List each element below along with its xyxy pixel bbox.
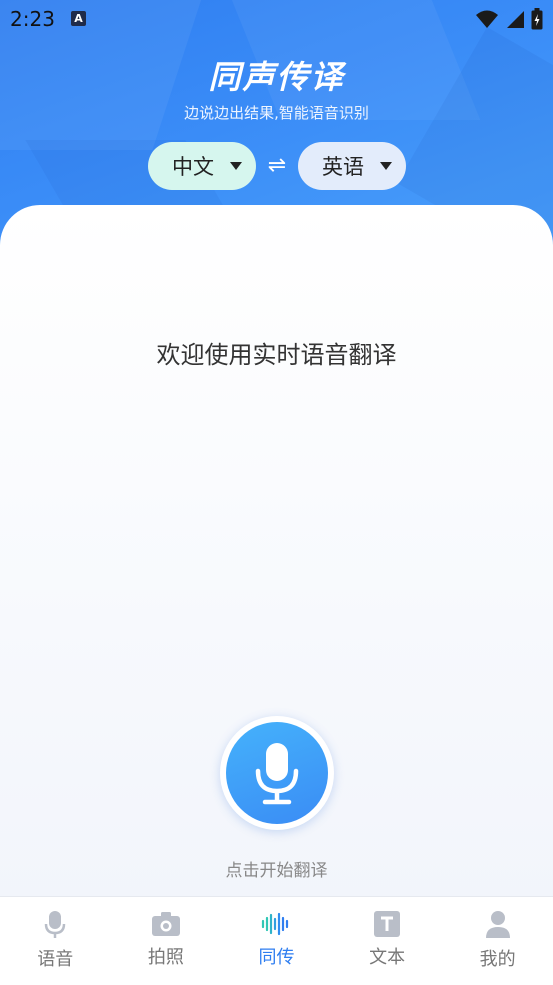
caret-down-icon [380,162,392,170]
tab-label: 拍照 [147,947,184,968]
welcome-text: 欢迎使用实时语音翻译 [156,341,397,369]
microphone-icon [255,743,299,805]
battery-icon [531,8,543,30]
swap-languages-icon[interactable]: ⇌ [262,152,292,182]
wifi-icon [476,10,498,28]
start-translation-button[interactable] [226,722,328,824]
signal-icon [507,11,524,28]
tab-camera[interactable]: 拍照 [111,897,222,985]
notification-icon: A [71,11,86,26]
microphone-icon [45,911,66,938]
target-language-label: 英语 [322,155,364,179]
tab-label: 语音 [37,949,74,970]
camera-icon [151,912,180,936]
tab-label: 同传 [258,947,295,968]
bottom-tab-bar: 语音 拍照 同传 文本 我的 [0,896,553,985]
tab-text[interactable]: 文本 [332,897,443,985]
tab-label: 我的 [479,949,516,970]
tab-voice[interactable]: 语音 [0,897,111,985]
tab-label: 文本 [369,947,406,968]
waveform-icon [262,912,289,936]
source-language-label: 中文 [172,155,214,179]
start-hint: 点击开始翻译 [225,861,328,881]
caret-down-icon [230,162,242,170]
text-icon [374,911,401,937]
status-bar: 2:23 A [0,0,553,38]
status-icons [475,8,543,30]
target-language-selector[interactable]: 英语 [298,142,406,190]
tab-profile[interactable]: 我的 [442,897,553,985]
source-language-selector[interactable]: 中文 [148,142,256,190]
status-time: 2:23 [10,7,55,31]
tab-simultaneous[interactable]: 同传 [221,897,332,985]
app-subtitle: 边说边出结果,智能语音识别 [184,104,369,122]
app-title: 同声传译 [208,58,345,96]
person-icon [485,911,510,938]
